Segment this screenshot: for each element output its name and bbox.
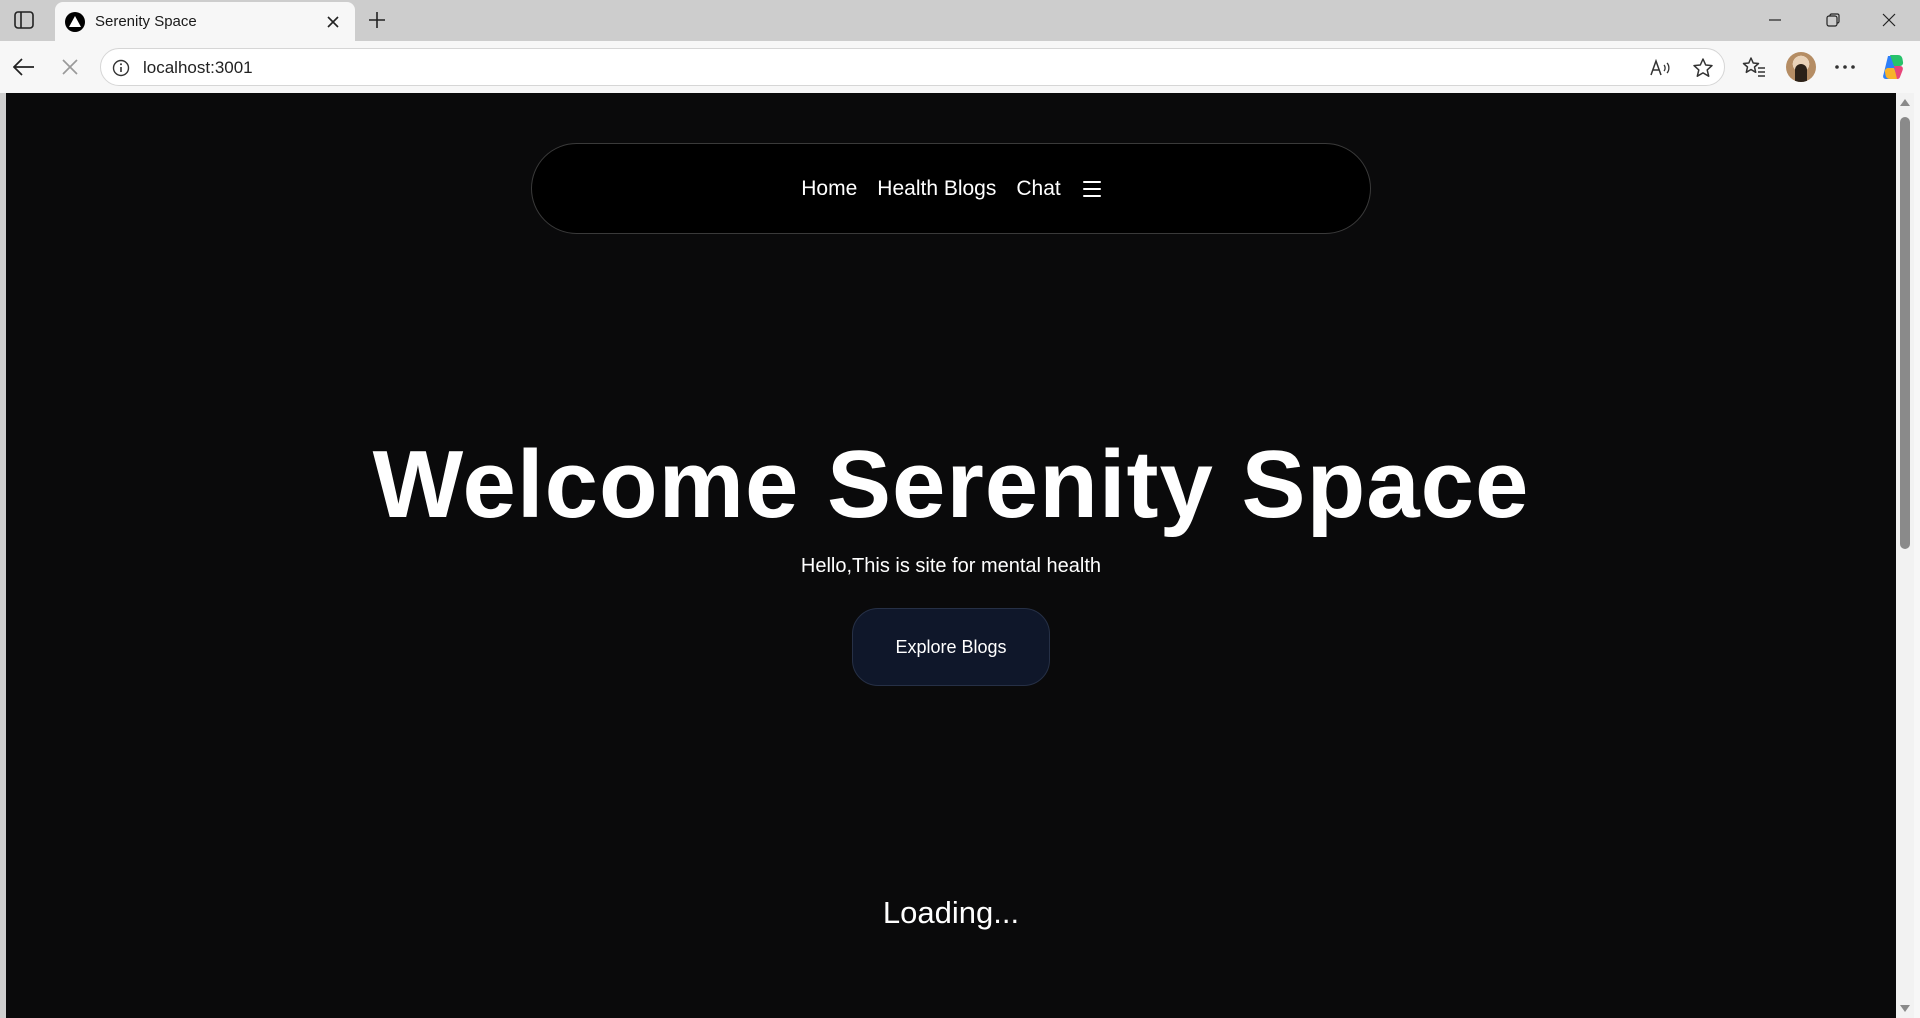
url-text[interactable]: localhost:3001 (143, 58, 253, 78)
main-nav: Home Health Blogs Chat (531, 143, 1371, 234)
triangle-icon (65, 11, 85, 32)
nav-link-chat[interactable]: Chat (1016, 177, 1060, 201)
copilot-icon[interactable] (1879, 53, 1907, 81)
minimize-icon[interactable] (1752, 6, 1798, 34)
tab-actions-icon[interactable] (12, 9, 36, 31)
read-aloud-icon[interactable] (1650, 57, 1672, 79)
page-scrollbar[interactable] (1896, 93, 1914, 1018)
hero-title: Welcome Serenity Space (372, 431, 1530, 538)
scroll-up-icon[interactable] (1900, 99, 1910, 106)
address-bar[interactable]: localhost:3001 (100, 48, 1725, 86)
star-icon[interactable] (1692, 57, 1714, 79)
browser-toolbar: localhost:3001 (0, 41, 1920, 93)
favorites-icon[interactable] (1740, 53, 1768, 81)
browser-tab[interactable]: Serenity Space (55, 2, 355, 41)
window-close-icon[interactable] (1866, 6, 1912, 34)
plus-icon[interactable] (365, 8, 389, 32)
tab-title: Serenity Space (95, 13, 197, 30)
back-arrow-icon[interactable] (10, 53, 38, 81)
scroll-down-icon[interactable] (1900, 1005, 1910, 1012)
window-edge (1914, 93, 1920, 1018)
hero-subtitle: Hello,This is site for mental health (800, 555, 1102, 577)
restore-icon[interactable] (1810, 6, 1856, 34)
page-viewport: Home Health Blogs Chat Welcome Serenity … (6, 93, 1896, 1018)
nav-link-home[interactable]: Home (801, 177, 857, 201)
stop-icon[interactable] (56, 53, 84, 81)
nav-link-health-blogs[interactable]: Health Blogs (877, 177, 996, 201)
scroll-thumb[interactable] (1900, 117, 1910, 549)
loading-text: Loading... (882, 895, 1020, 930)
hamburger-icon[interactable] (1082, 180, 1101, 197)
avatar[interactable] (1786, 52, 1816, 82)
explore-blogs-button[interactable]: Explore Blogs (852, 608, 1050, 686)
info-icon[interactable] (111, 58, 131, 78)
tab-strip: Serenity Space (0, 0, 1920, 41)
close-icon[interactable] (323, 12, 343, 32)
more-icon[interactable] (1831, 53, 1859, 81)
